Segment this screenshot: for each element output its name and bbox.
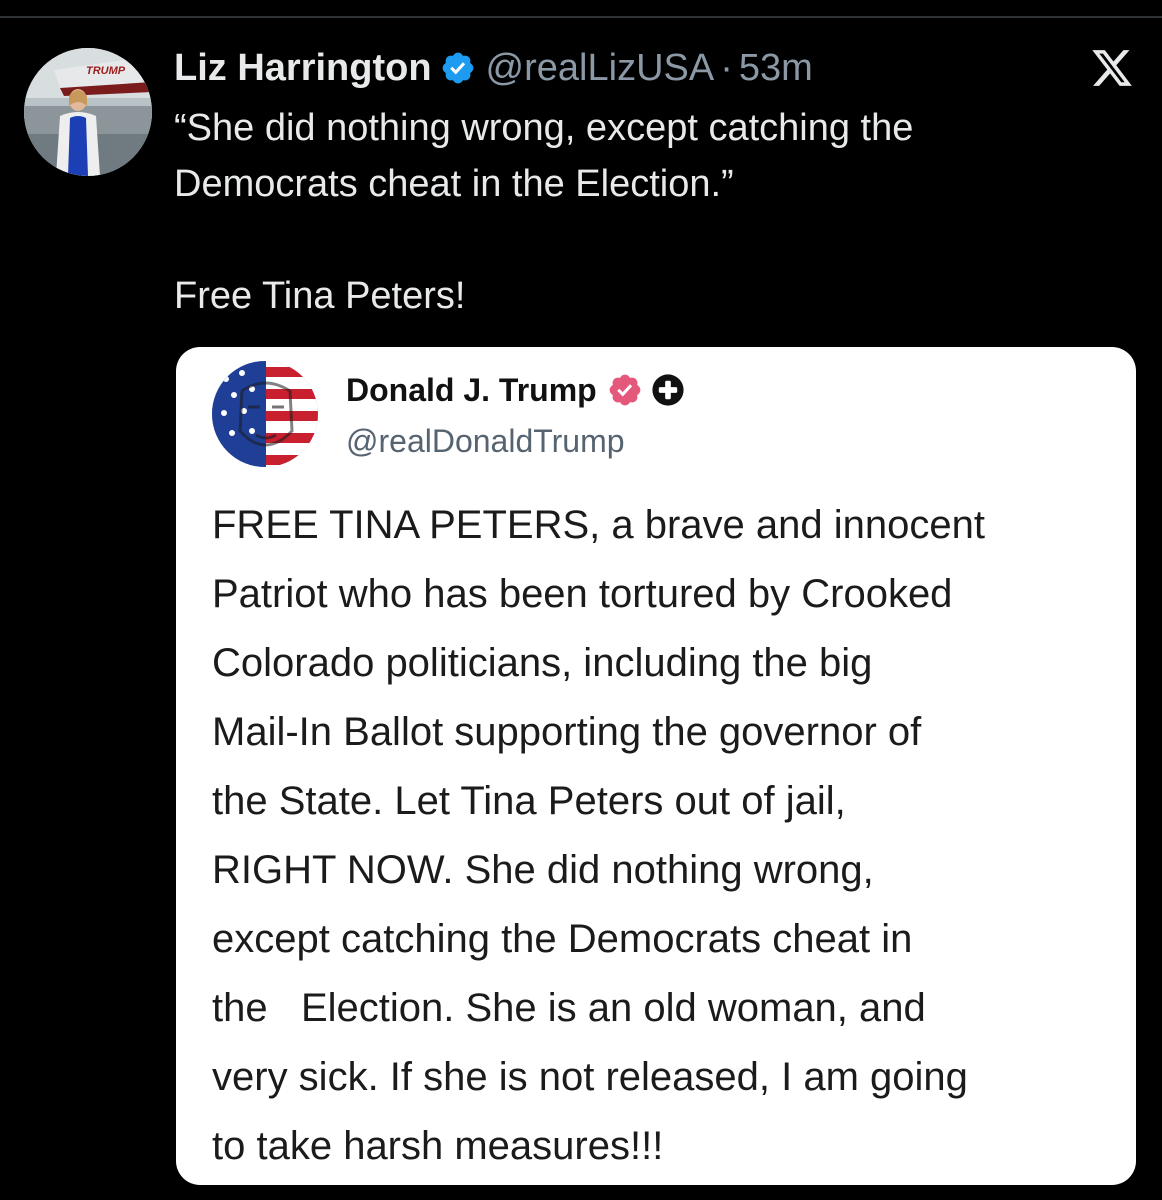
quote-text: FREE TINA PETERS, a brave and innocent P… (212, 503, 985, 1168)
plus-badge-icon (652, 374, 684, 406)
tweet-timestamp[interactable]: 53m (739, 47, 813, 90)
quoted-post-card[interactable]: Donald J. Trump @realDonaldTrump FREE TI… (176, 347, 1136, 1185)
tweet-body: Liz Harrington @realLizUSA · 53m “She di… (174, 42, 1074, 324)
plane-lettering: TRUMP (86, 65, 126, 77)
quote-header: Donald J. Trump (346, 367, 685, 413)
quote-author-display-name[interactable]: Donald J. Trump (346, 372, 597, 409)
verified-badge-icon (442, 52, 473, 84)
quote-verified-badge-icon (609, 374, 641, 406)
top-divider (0, 16, 1162, 18)
quote-author-avatar[interactable] (212, 361, 318, 467)
author-display-name[interactable]: Liz Harrington (174, 47, 432, 90)
author-avatar-image: TRUMP (24, 48, 152, 176)
meta-separator: · (720, 46, 733, 89)
tweet-header: Liz Harrington @realLizUSA · 53m (174, 42, 1074, 94)
tweet-text: “She did nothing wrong, except catching … (174, 107, 914, 317)
quote-author-handle[interactable]: @realDonaldTrump (346, 423, 625, 460)
author-handle[interactable]: @realLizUSA (486, 47, 715, 90)
quote-avatar-image (212, 361, 318, 467)
author-avatar[interactable]: TRUMP (24, 48, 152, 176)
x-logo-icon (1092, 50, 1132, 86)
